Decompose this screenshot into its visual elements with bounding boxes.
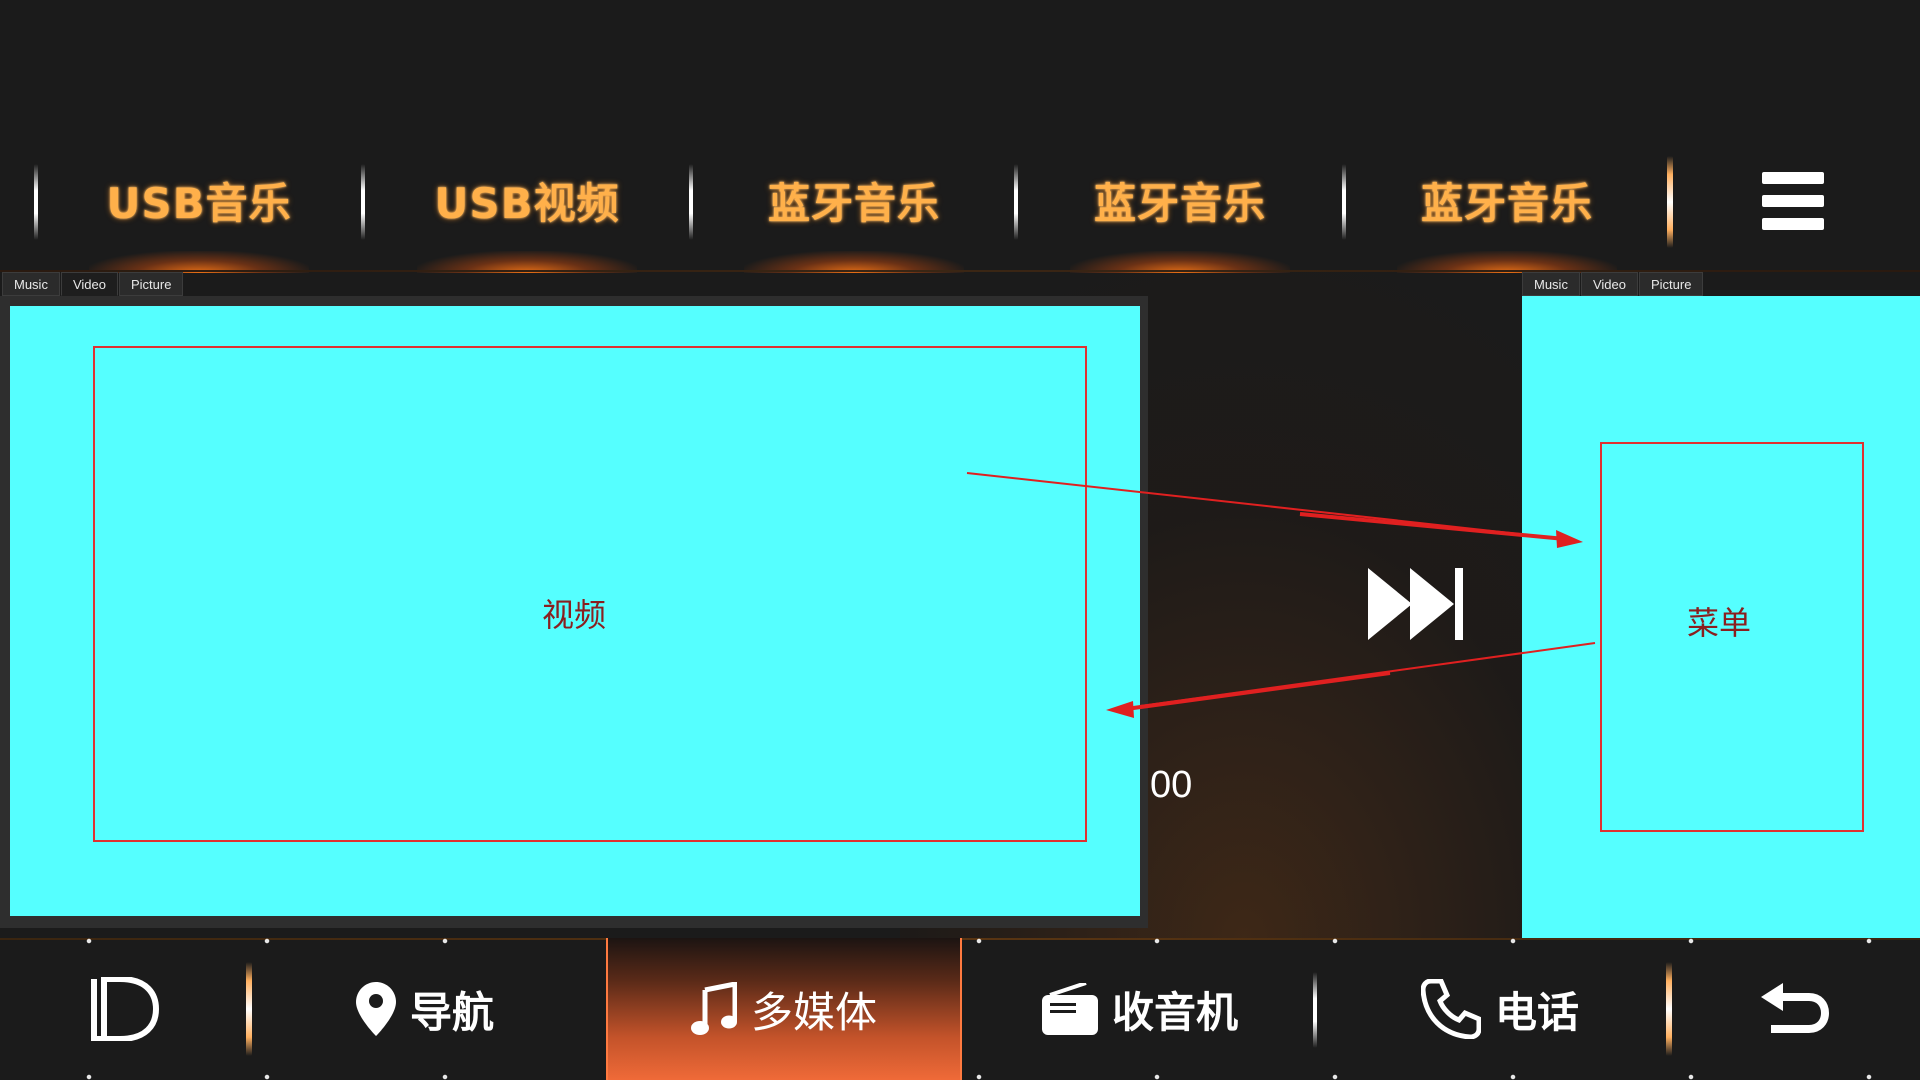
- tab-label: 蓝牙音乐: [1420, 179, 1593, 228]
- hamburger-menu-icon[interactable]: [1762, 172, 1824, 230]
- nav-label: 电话: [1494, 987, 1579, 1037]
- video-area[interactable]: 视频: [10, 306, 1140, 916]
- nav-divider: [1666, 962, 1672, 1056]
- nav-home-logo[interactable]: [60, 938, 190, 1080]
- right-tab-music[interactable]: Music: [1522, 272, 1580, 296]
- right-tabstrip: Music Video Picture: [1522, 272, 1704, 296]
- left-tabstrip: Music Video Picture: [2, 272, 184, 296]
- tab-bluetooth-music-3[interactable]: 蓝牙音乐: [1344, 148, 1670, 273]
- video-panel: 视频: [0, 296, 1148, 928]
- nav-label: 收音机: [1111, 987, 1238, 1037]
- tab-bluetooth-music-2[interactable]: 蓝牙音乐: [1017, 148, 1343, 273]
- nav-multimedia[interactable]: 多媒体: [606, 938, 962, 1080]
- tab-label: USB视频: [434, 179, 620, 228]
- tab-label: USB音乐: [106, 179, 292, 228]
- left-tab-video[interactable]: Video: [60, 272, 118, 296]
- tab-divider: [1667, 156, 1673, 248]
- tab-bluetooth-music-1[interactable]: 蓝牙音乐: [691, 148, 1017, 273]
- tab-label: 蓝牙音乐: [1093, 179, 1266, 228]
- left-tab-music[interactable]: Music: [2, 272, 60, 296]
- tab-label: 蓝牙音乐: [767, 179, 940, 228]
- left-tab-picture[interactable]: Picture: [118, 272, 184, 296]
- logo-icon: [91, 977, 160, 1041]
- nav-back[interactable]: [1740, 938, 1850, 1080]
- nav-divider: [1313, 972, 1317, 1048]
- tab-usb-video[interactable]: USB视频: [364, 148, 690, 273]
- nav-navigation[interactable]: 导航: [300, 938, 550, 1080]
- nav-label: 多媒体: [750, 987, 877, 1037]
- media-source-tabs: USB音乐 USB视频 蓝牙音乐 蓝牙音乐 蓝牙音乐: [0, 148, 1920, 273]
- infotainment-screen: USB音乐 USB视频 蓝牙音乐 蓝牙音乐 蓝牙音乐 Music Video P…: [0, 0, 1920, 1080]
- nav-phone[interactable]: 电话: [1380, 938, 1620, 1080]
- radio-icon: [1041, 983, 1098, 1035]
- tab-usb-music[interactable]: USB音乐: [36, 148, 362, 273]
- nav-radio[interactable]: 收音机: [1010, 938, 1270, 1080]
- menu-label: 菜单: [1687, 604, 1752, 642]
- fast-forward-icon[interactable]: [1368, 568, 1463, 640]
- nav-divider: [246, 962, 252, 1056]
- phone-icon: [1420, 979, 1481, 1039]
- menu-panel: 菜单: [1522, 296, 1920, 938]
- right-tab-video[interactable]: Video: [1580, 272, 1638, 296]
- music-note-icon: [690, 982, 737, 1035]
- back-arrow-icon: [1761, 983, 1829, 1033]
- bottom-nav-bar: 导航 多媒体 收音机 电话: [0, 938, 1920, 1080]
- nav-label: 导航: [409, 987, 494, 1037]
- right-tab-picture[interactable]: Picture: [1638, 272, 1704, 296]
- video-label: 视频: [542, 596, 607, 634]
- location-pin-icon: [355, 982, 396, 1036]
- playback-time: 00: [1150, 764, 1193, 806]
